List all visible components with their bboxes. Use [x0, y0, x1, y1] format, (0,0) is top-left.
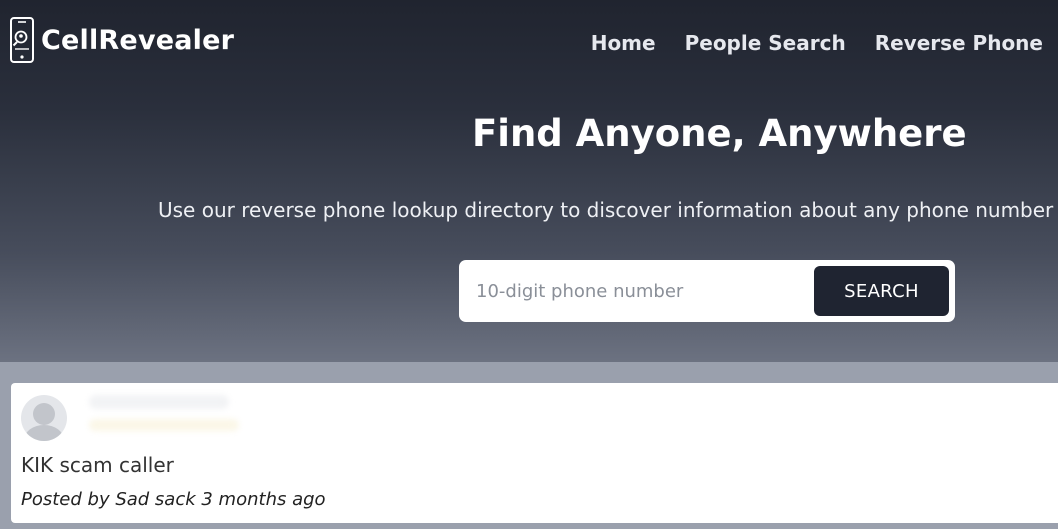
- page-title: Find Anyone, Anywhere: [472, 112, 967, 155]
- site-logo[interactable]: CellRevealer: [9, 16, 234, 64]
- comment-meta: Posted by Sad sack 3 months ago: [21, 489, 326, 510]
- phone-search-icon: [10, 17, 34, 63]
- search-button[interactable]: SEARCH: [814, 266, 949, 316]
- comment-text: KIK scam caller: [21, 453, 174, 477]
- comment-card: KIK scam caller Posted by Sad sack 3 mon…: [11, 383, 1058, 523]
- hero-subtitle: Use our reverse phone lookup directory t…: [158, 198, 1058, 222]
- logo-text: CellRevealer: [41, 24, 235, 56]
- blurred-username: [89, 395, 229, 409]
- blurred-rating: [89, 419, 239, 431]
- main-nav: Home People Search Reverse Phone: [591, 28, 1043, 58]
- user-avatar-icon: [21, 395, 67, 441]
- nav-home[interactable]: Home: [591, 28, 656, 58]
- phone-search-input[interactable]: [465, 266, 810, 316]
- search-form: SEARCH: [459, 260, 955, 322]
- nav-reverse-phone[interactable]: Reverse Phone: [875, 28, 1043, 58]
- hero-section: CellRevealer Home People Search Reverse …: [0, 0, 1058, 362]
- nav-people-search[interactable]: People Search: [685, 28, 846, 58]
